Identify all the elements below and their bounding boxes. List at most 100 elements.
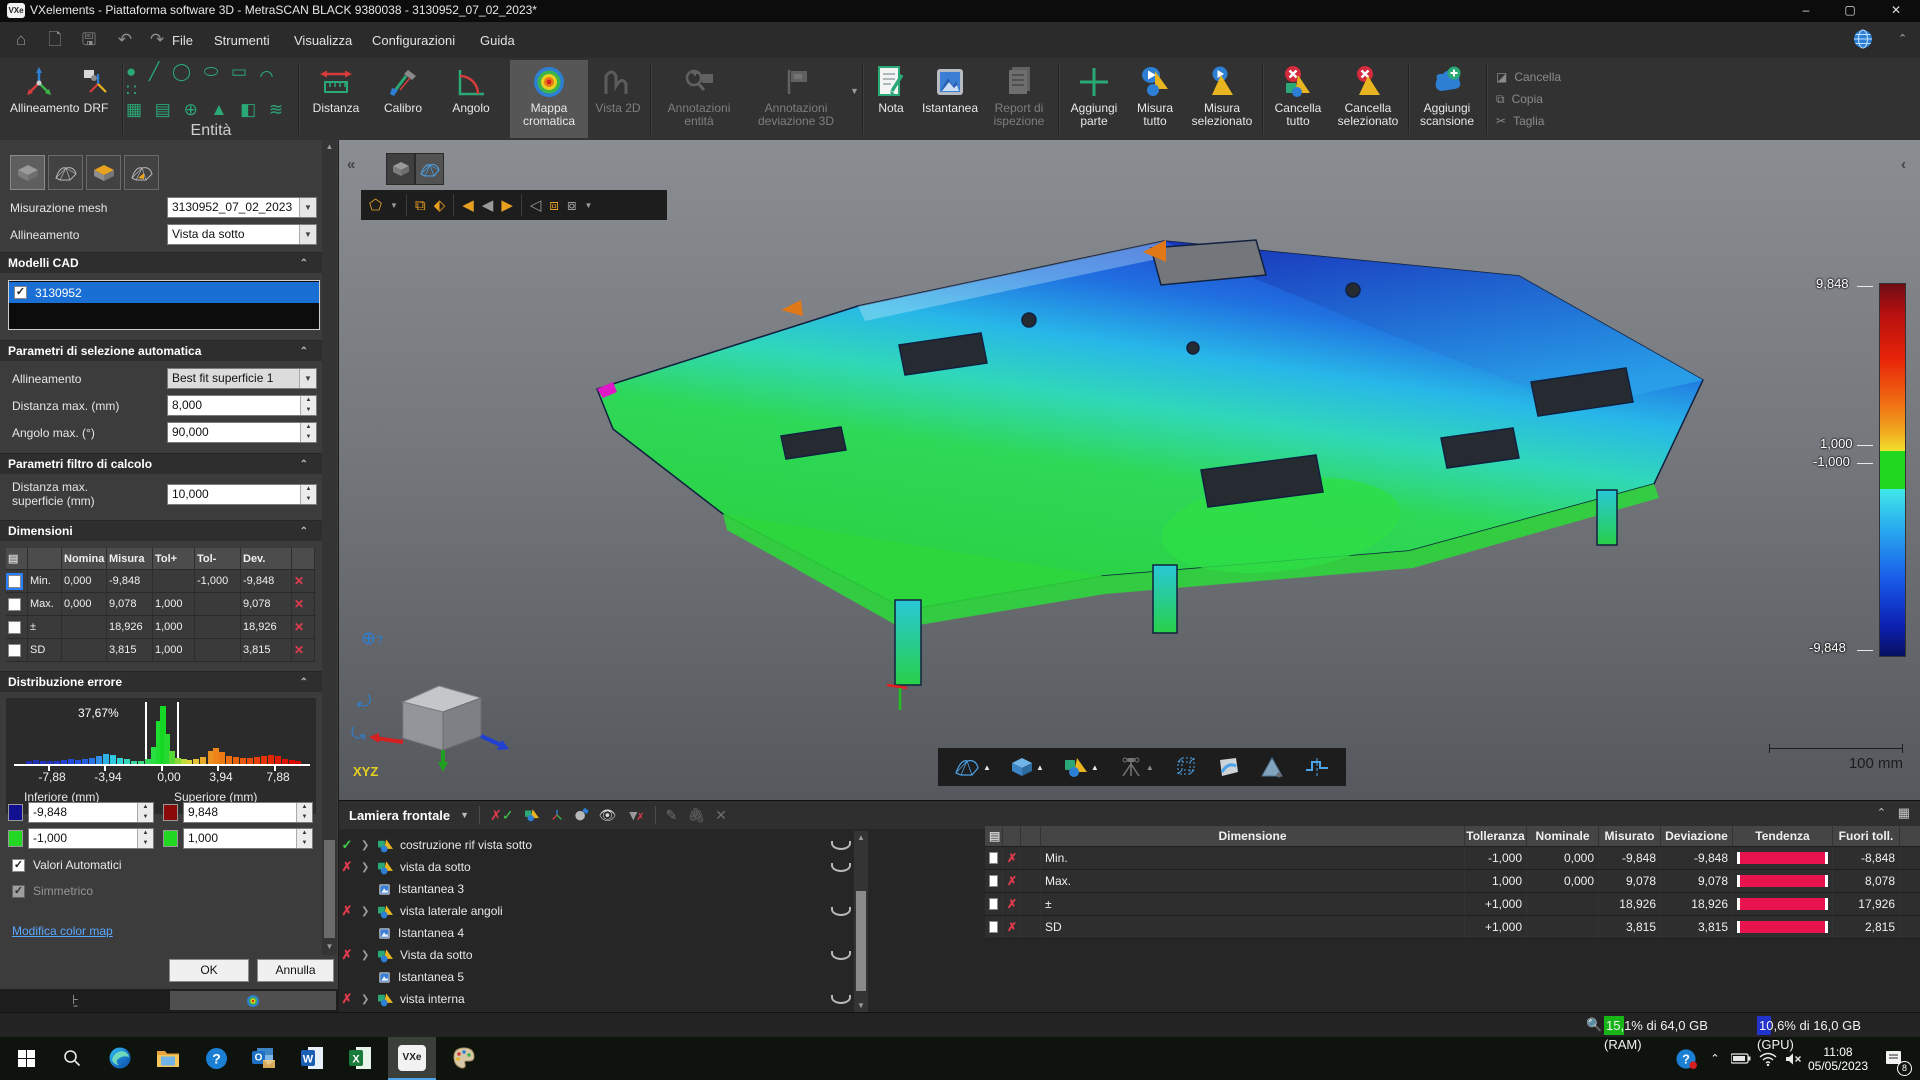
tree-item[interactable]: ✗ ❯ vista interna <box>339 988 854 1010</box>
collapse-arc-icon[interactable] <box>831 995 851 1004</box>
undo-icon[interactable]: ↶ <box>112 28 138 52</box>
misura-tutto-button[interactable]: Misura tutto <box>1128 60 1182 138</box>
limit-high-input[interactable]: 1,000 ▲▼ <box>183 828 313 849</box>
delete-row-icon[interactable]: ✕ <box>292 593 315 615</box>
color-high-swatch[interactable] <box>163 830 178 847</box>
spinner-buttons[interactable]: ▲▼ <box>137 829 153 848</box>
mappa-cromatica-button[interactable]: Mappa cromatica <box>510 60 588 138</box>
allineamento-button[interactable]: Allineamento <box>8 60 70 138</box>
cross-section-button[interactable] <box>1304 756 1330 778</box>
row-checkbox[interactable] <box>989 898 998 910</box>
rotate-cw-icon[interactable]: ⤿ <box>351 724 365 744</box>
save-icon[interactable]: 🖫 <box>76 28 102 52</box>
chevron-down-icon[interactable]: ▼ <box>299 198 316 217</box>
entity-icons-row2[interactable]: ▦ ▤ ⊕ ▲ ◧ ≋ <box>126 100 296 119</box>
expand-chevron-icon[interactable]: ❯ <box>361 840 371 851</box>
scrollbar-thumb[interactable] <box>856 891 866 991</box>
grid-view-icon[interactable]: ▦ <box>1898 805 1910 821</box>
close-button[interactable]: ✕ <box>1878 0 1914 22</box>
row-checkbox[interactable] <box>8 621 21 634</box>
taglia-button[interactable]: ✂ Taglia <box>1496 110 1561 132</box>
annotazioni-deviazione-button[interactable]: Annotazioni deviazione 3D <box>744 60 848 138</box>
filter-clear-icon[interactable]: ▼✗ <box>626 807 644 823</box>
collapse-arc-icon[interactable] <box>831 907 851 916</box>
view-mode-mesh-color-button[interactable] <box>124 155 159 190</box>
annotation-dropdown-icon[interactable]: ▼ <box>850 86 859 96</box>
table-row[interactable]: SD 3,815 1,000 3,815 ✕ <box>6 639 315 662</box>
edge-browser-icon[interactable] <box>104 1043 136 1073</box>
entities-display-button[interactable]: ▲ <box>1064 756 1099 778</box>
table-row[interactable]: ± 18,926 1,000 18,926 ✕ <box>6 616 315 639</box>
expand-chevron-icon[interactable]: ❯ <box>361 950 371 961</box>
cancella-selezionato-button[interactable]: Cancella selezionato <box>1332 60 1404 138</box>
istantanea-button[interactable]: Istantanea <box>918 60 982 138</box>
tree-item[interactable]: ✗ ❯ Vista da sotto <box>339 944 854 966</box>
limit-low-input[interactable]: -1,000 ▲▼ <box>28 828 154 849</box>
row-checkbox[interactable] <box>989 921 998 933</box>
drf-button[interactable]: DRF <box>74 60 118 138</box>
bestfit-select[interactable]: Best fit superficie 1▼ <box>167 368 317 389</box>
taskbar-search-icon[interactable] <box>56 1043 88 1073</box>
modifica-color-map-link[interactable]: Modifica color map <box>12 924 113 938</box>
limit-min-input[interactable]: -9,848 ▲▼ <box>28 802 154 823</box>
dimensioni-section-header[interactable]: Dimensioni⌃ <box>0 520 322 541</box>
aggiungi-parte-button[interactable]: Aggiungi parte <box>1064 60 1124 138</box>
copia-button[interactable]: ⧉ Copia <box>1496 88 1561 110</box>
cancella-clipboard-button[interactable]: ◪ Cancella <box>1496 66 1561 88</box>
spinner-buttons[interactable]: ▲▼ <box>296 829 312 848</box>
scanner-display-button[interactable]: ▲ <box>1119 756 1154 778</box>
brush-icon[interactable] <box>574 808 589 822</box>
menu-configurazioni[interactable]: Configurazioni <box>366 31 461 50</box>
cancella-tutto-button[interactable]: Cancella tutto <box>1268 60 1328 138</box>
colormap-dock-tab[interactable] <box>170 991 336 1010</box>
modelli-cad-section-header[interactable]: Modelli CAD⌃ <box>0 252 322 273</box>
report-button[interactable]: Report di ispezione <box>986 60 1052 138</box>
toggle-pass-fail-icon[interactable]: ✗✓ <box>490 807 513 824</box>
chevron-down-icon[interactable]: ▼ <box>299 225 316 244</box>
cad-model-checkbox[interactable]: ✓ <box>14 286 27 299</box>
tree-item[interactable]: ✗ ❯ vista laterale angoli <box>339 900 854 922</box>
notification-center-icon[interactable]: 8 <box>1878 1037 1912 1080</box>
tree-item[interactable]: Istantanea 4 <box>339 922 854 944</box>
outlook-icon[interactable]: O <box>248 1043 280 1073</box>
axis-icon[interactable] <box>550 808 564 822</box>
vista-2d-button[interactable]: Vista 2D <box>592 60 644 138</box>
home-icon[interactable]: ⌂ <box>8 28 34 52</box>
menu-file[interactable]: File <box>166 31 199 50</box>
collapse-panel-icon[interactable]: ⌃ <box>1877 806 1886 819</box>
maximize-button[interactable]: ▢ <box>1832 0 1868 22</box>
mesh-display-button[interactable]: ▲ <box>954 757 991 777</box>
minimize-button[interactable]: – <box>1788 0 1824 22</box>
expand-chevron-icon[interactable]: ❯ <box>361 994 371 1005</box>
misurazione-mesh-select[interactable]: 3130952_07_02_2023▼ <box>167 197 317 218</box>
row-checkbox[interactable] <box>8 598 21 611</box>
entity-icons-row1[interactable]: ● ╱ ◯ ⬭ ▭ ⌒ ∷ <box>126 62 296 100</box>
word-icon[interactable]: W <box>296 1043 328 1073</box>
tree-item[interactable]: Istantanea 5 <box>339 966 854 988</box>
distribuzione-section-header[interactable]: Distribuzione errore⌃ <box>0 671 322 692</box>
table-row[interactable]: Max. 0,000 9,078 1,000 9,078 ✕ <box>6 593 315 616</box>
collapse-icon[interactable]: ⌃ <box>300 341 308 362</box>
caret-up-icon[interactable]: ▲ <box>1091 763 1099 772</box>
transparent-view-button[interactable] <box>1260 756 1284 778</box>
collapse-icon[interactable]: ⌃ <box>300 521 308 542</box>
cad-model-row[interactable]: ✓ 3130952 <box>9 282 319 303</box>
valori-automatici-checkbox[interactable]: ✓ <box>12 859 25 872</box>
collapse-arc-icon[interactable] <box>831 841 851 850</box>
angolo-button[interactable]: Angolo <box>440 60 502 138</box>
scrollbar-thumb[interactable] <box>324 840 335 938</box>
color-max-swatch[interactable] <box>163 804 178 821</box>
chevron-down-icon[interactable]: ▼ <box>299 369 316 388</box>
table-row[interactable]: ✗ SD +1,000 3,815 3,815 2,815 <box>985 916 1920 939</box>
visibility-eye-icon[interactable]: 👁 <box>599 807 617 824</box>
taskbar-clock[interactable]: 11:08 05/05/2023 <box>1806 1037 1870 1080</box>
angolo-max-input[interactable]: 90,000 ▲▼ <box>167 422 317 443</box>
selezione-section-header[interactable]: Parametri di selezione automatica⌃ <box>0 340 322 361</box>
limit-max-input[interactable]: 9,848 ▲▼ <box>183 802 313 823</box>
menu-strumenti[interactable]: Strumenti <box>208 31 276 50</box>
spinner-buttons[interactable]: ▲▼ <box>300 423 316 442</box>
tree-structure-icon[interactable]: ⊦̱ <box>72 992 79 1008</box>
collapse-icon[interactable]: ⌃ <box>300 672 308 693</box>
misura-selezionato-button[interactable]: Misura selezionato <box>1186 60 1258 138</box>
distanza-button[interactable]: Distanza <box>305 60 367 138</box>
